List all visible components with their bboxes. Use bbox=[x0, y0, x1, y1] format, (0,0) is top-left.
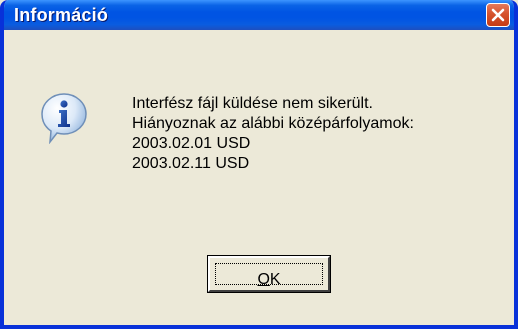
close-icon bbox=[491, 8, 505, 22]
title-bar[interactable]: Információ bbox=[4, 0, 514, 30]
message-line: Interfész fájl küldése nem sikerült. bbox=[132, 95, 373, 112]
window-title: Információ bbox=[14, 5, 109, 25]
message-line: Hiányoznak az alábbi középárfolyamok: bbox=[132, 115, 414, 132]
message-line: 2003.02.01 USD bbox=[132, 135, 251, 152]
ok-button-label: OK bbox=[257, 271, 280, 289]
dialog-window: Információ Interfész fájl küldése nem si… bbox=[0, 0, 518, 329]
message-text: Interfész fájl küldése nem sikerült. Hiá… bbox=[132, 94, 414, 174]
message-line: 2003.02.11 USD bbox=[132, 155, 250, 172]
information-icon bbox=[41, 93, 87, 144]
ok-button[interactable]: OK bbox=[207, 255, 331, 293]
ok-mnemonic: O bbox=[257, 271, 270, 288]
ok-label-rest: K bbox=[269, 271, 281, 288]
close-button[interactable] bbox=[486, 3, 510, 27]
